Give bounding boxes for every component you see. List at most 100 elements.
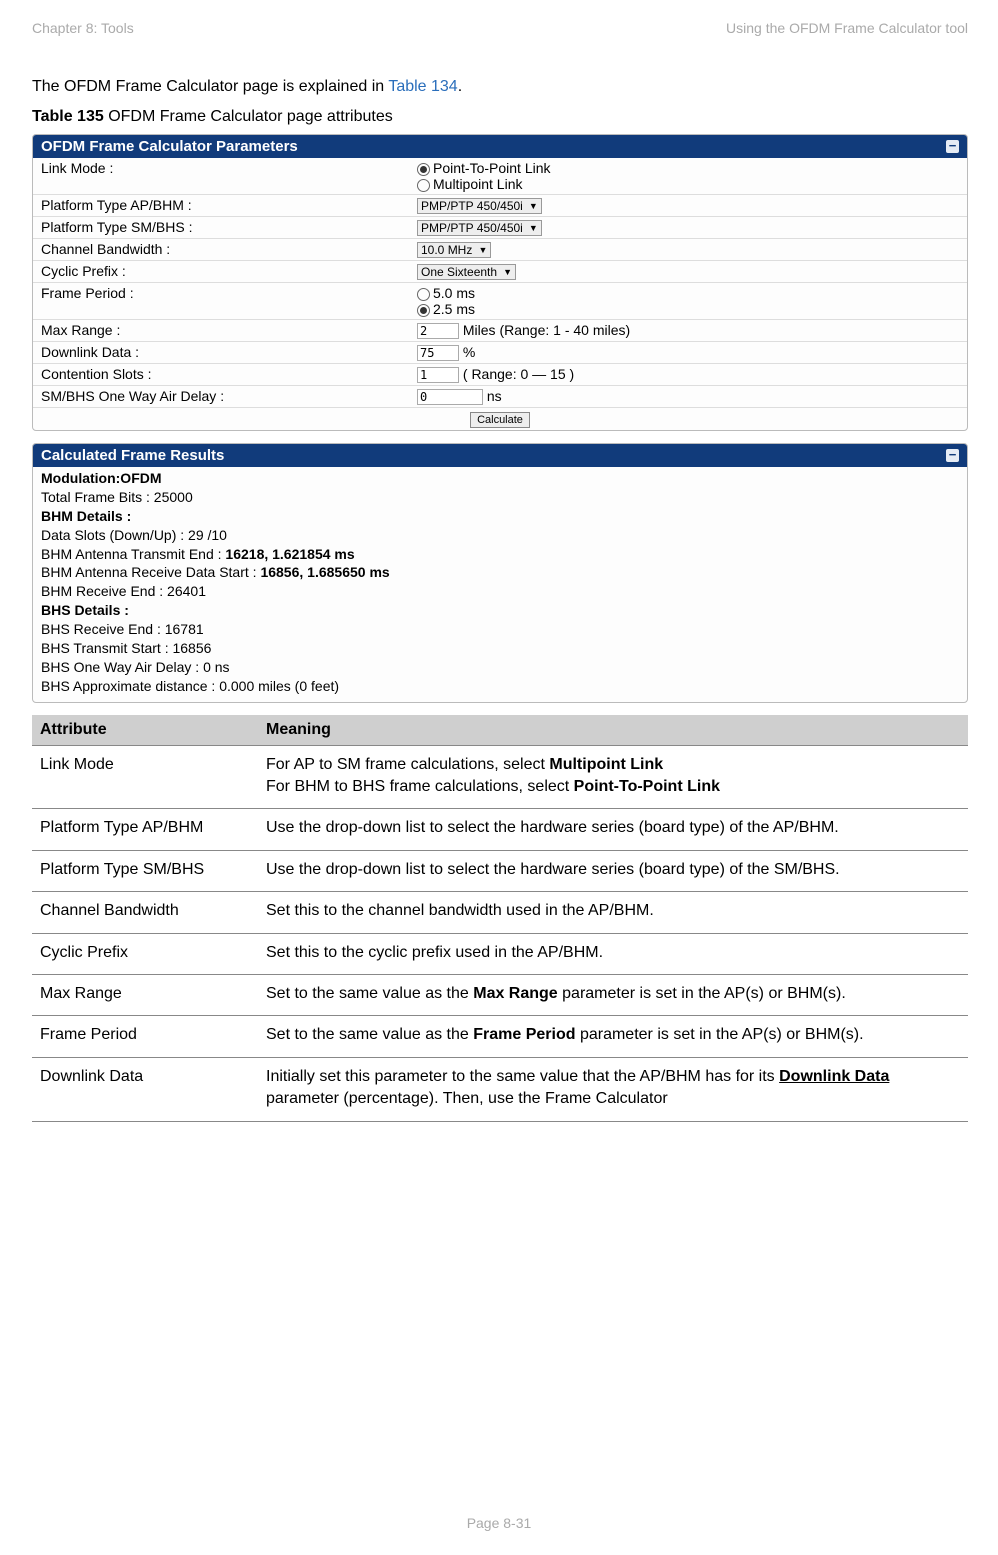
meaning-cell: For AP to SM frame calculations, select … xyxy=(258,745,968,809)
res-modulation: Modulation:OFDM xyxy=(41,470,162,486)
meaning-bold: Multipoint Link xyxy=(549,756,663,773)
res-data-slots: Data Slots (Down/Up) : 29 /10 xyxy=(41,527,227,543)
meaning-text: parameter is set in the AP(s) or BHM(s). xyxy=(576,1026,864,1043)
page: Chapter 8: Tools Using the OFDM Frame Ca… xyxy=(0,0,998,1555)
table-row: Cyclic Prefix Set this to the cyclic pre… xyxy=(32,933,968,974)
link-mode-ptp: Point-To-Point Link xyxy=(433,160,551,176)
ptype-sm-select[interactable]: PMP/PTP 450/450i xyxy=(417,220,542,236)
calculate-button[interactable]: Calculate xyxy=(470,412,530,428)
meaning-bold: Downlink Data xyxy=(779,1068,889,1085)
header-left: Chapter 8: Tools xyxy=(32,20,134,36)
meaning-bold: Max Range xyxy=(473,985,557,1002)
link-mode-ptp-radio[interactable] xyxy=(417,163,430,176)
fp-25-radio[interactable] xyxy=(417,304,430,317)
res-tx-end-val: 16218, 1.621854 ms xyxy=(225,546,354,562)
table-row: Downlink Data Initially set this paramet… xyxy=(32,1057,968,1121)
attr-header-row: Attribute Meaning xyxy=(32,715,968,746)
meaning-cell: Initially set this parameter to the same… xyxy=(258,1057,968,1121)
res-rx-start-label: BHM Antenna Receive Data Start : xyxy=(41,564,260,580)
attribute-table: Attribute Meaning Link Mode For AP to SM… xyxy=(32,715,968,1122)
delay-label: SM/BHS One Way Air Delay : xyxy=(33,386,409,408)
fp-5: 5.0 ms xyxy=(433,285,475,301)
params-title: OFDM Frame Calculator Parameters xyxy=(41,138,298,155)
table-link[interactable]: Table 134 xyxy=(388,78,457,95)
table-row: Platform Type AP/BHM Use the drop-down l… xyxy=(32,809,968,850)
meaning-text: Initially set this parameter to the same… xyxy=(266,1068,779,1085)
results-title-bar: Calculated Frame Results − xyxy=(33,444,967,467)
res-total-bits: Total Frame Bits : 25000 xyxy=(41,489,193,505)
fp-5-radio[interactable] xyxy=(417,288,430,301)
results-body: Modulation:OFDM Total Frame Bits : 25000… xyxy=(33,467,967,702)
cs-input[interactable]: 1 xyxy=(417,367,459,383)
res-bhs-hdr: BHS Details : xyxy=(41,602,129,618)
delay-input[interactable]: 0 xyxy=(417,389,483,405)
range-label: Max Range : xyxy=(33,320,409,342)
attr-cell: Channel Bandwidth xyxy=(32,892,258,933)
meaning-text: For AP to SM frame calculations, select xyxy=(266,756,549,773)
link-mode-mp: Multipoint Link xyxy=(433,176,523,192)
res-bhs-rx-end: BHS Receive End : 16781 xyxy=(41,621,204,637)
caption-label: Table 135 xyxy=(32,108,104,125)
bw-select[interactable]: 10.0 MHz xyxy=(417,242,491,258)
table-row: Max Range Set to the same value as the M… xyxy=(32,975,968,1016)
meaning-text: For BHM to BHS frame calculations, selec… xyxy=(266,778,574,795)
dl-suffix: % xyxy=(459,344,475,360)
attr-cell: Platform Type AP/BHM xyxy=(32,809,258,850)
attr-header: Attribute xyxy=(32,715,258,746)
meaning-text: parameter (percentage). Then, use the Fr… xyxy=(266,1090,668,1107)
res-bhs-delay: BHS One Way Air Delay : 0 ns xyxy=(41,659,230,675)
attr-cell: Cyclic Prefix xyxy=(32,933,258,974)
meaning-cell: Use the drop-down list to select the har… xyxy=(258,850,968,891)
table-row: Link Mode For AP to SM frame calculation… xyxy=(32,745,968,809)
cs-label: Contention Slots : xyxy=(33,364,409,386)
params-title-bar: OFDM Frame Calculator Parameters − xyxy=(33,135,967,158)
cp-select[interactable]: One Sixteenth xyxy=(417,264,516,280)
collapse-icon[interactable]: − xyxy=(946,449,959,462)
collapse-icon[interactable]: − xyxy=(946,140,959,153)
dl-input[interactable]: 75 xyxy=(417,345,459,361)
table-row: Frame Period Set to the same value as th… xyxy=(32,1016,968,1057)
intro-text: The OFDM Frame Calculator page is explai… xyxy=(32,78,968,96)
table-row: Channel Bandwidth Set this to the channe… xyxy=(32,892,968,933)
table-caption: Table 135 OFDM Frame Calculator page att… xyxy=(32,108,968,126)
fp-25: 2.5 ms xyxy=(433,301,475,317)
attr-cell: Max Range xyxy=(32,975,258,1016)
page-footer: Page 8-31 xyxy=(0,1515,998,1531)
meaning-cell: Set to the same value as the Max Range p… xyxy=(258,975,968,1016)
dl-label: Downlink Data : xyxy=(33,342,409,364)
ptype-ap-select[interactable]: PMP/PTP 450/450i xyxy=(417,198,542,214)
meaning-text: parameter is set in the AP(s) or BHM(s). xyxy=(558,985,846,1002)
intro-prefix: The OFDM Frame Calculator page is explai… xyxy=(32,78,388,95)
attr-cell: Frame Period xyxy=(32,1016,258,1057)
delay-suffix: ns xyxy=(483,388,502,404)
res-rx-start-val: 16856, 1.685650 ms xyxy=(260,564,389,580)
res-bhs-dist: BHS Approximate distance : 0.000 miles (… xyxy=(41,678,339,694)
link-mode-label: Link Mode : xyxy=(33,158,409,195)
meaning-cell: Set this to the channel bandwidth used i… xyxy=(258,892,968,933)
ptype-ap-label: Platform Type AP/BHM : xyxy=(33,195,409,217)
res-bhm-rx-end: BHM Receive End : 26401 xyxy=(41,583,206,599)
attr-cell: Link Mode xyxy=(32,745,258,809)
fp-label: Frame Period : xyxy=(33,283,409,320)
params-table: Link Mode : Point-To-Point Link Multipoi… xyxy=(33,158,967,430)
attr-cell: Platform Type SM/BHS xyxy=(32,850,258,891)
params-panel: OFDM Frame Calculator Parameters − Link … xyxy=(32,134,968,431)
table-row: Platform Type SM/BHS Use the drop-down l… xyxy=(32,850,968,891)
caption-text: OFDM Frame Calculator page attributes xyxy=(104,108,393,125)
attr-cell: Downlink Data xyxy=(32,1057,258,1121)
meaning-bold: Point-To-Point Link xyxy=(574,778,720,795)
meaning-text: Set to the same value as the xyxy=(266,985,473,1002)
page-header: Chapter 8: Tools Using the OFDM Frame Ca… xyxy=(32,20,968,36)
res-bhs-tx-start: BHS Transmit Start : 16856 xyxy=(41,640,211,656)
meaning-cell: Set this to the cyclic prefix used in th… xyxy=(258,933,968,974)
meaning-header: Meaning xyxy=(258,715,968,746)
meaning-cell: Use the drop-down list to select the har… xyxy=(258,809,968,850)
link-mode-mp-radio[interactable] xyxy=(417,179,430,192)
intro-suffix: . xyxy=(458,78,462,95)
meaning-bold: Frame Period xyxy=(473,1026,575,1043)
cs-suffix: ( Range: 0 — 15 ) xyxy=(459,366,574,382)
res-tx-end-label: BHM Antenna Transmit End : xyxy=(41,546,225,562)
header-right: Using the OFDM Frame Calculator tool xyxy=(726,20,968,36)
meaning-cell: Set to the same value as the Frame Perio… xyxy=(258,1016,968,1057)
range-input[interactable]: 2 xyxy=(417,323,459,339)
